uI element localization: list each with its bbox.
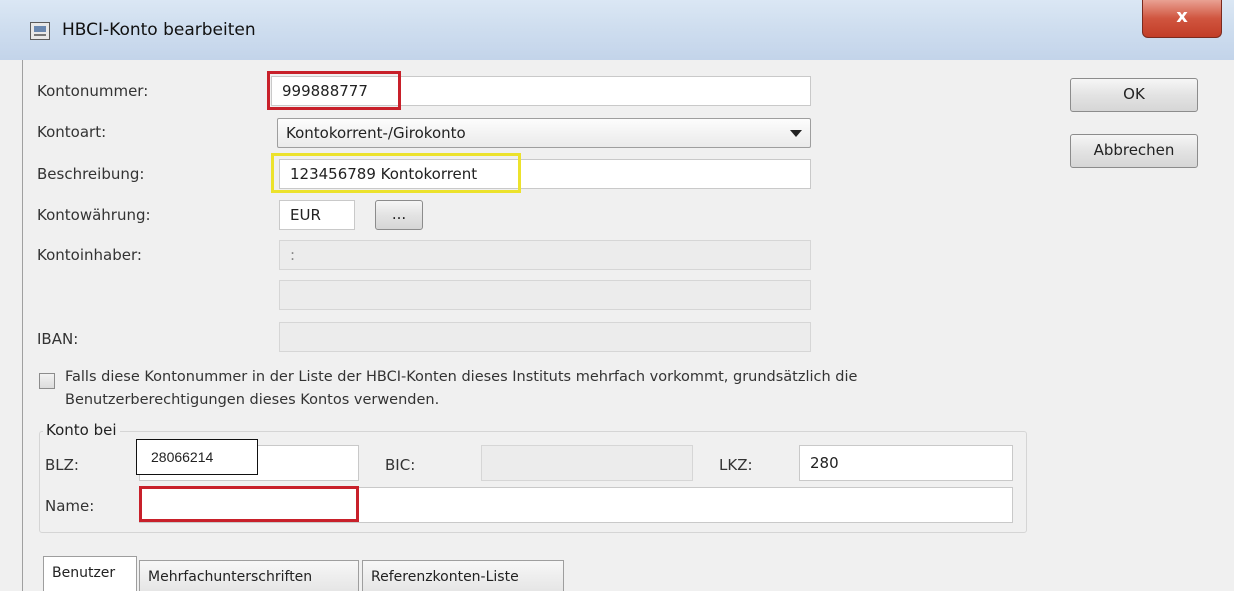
hbci-account-dialog: HBCI-Konto bearbeiten x Kontonummer: 999… (0, 0, 1234, 591)
ok-button[interactable]: OK (1070, 78, 1198, 112)
kontoinhaber-field-2 (279, 280, 811, 310)
tab-benutzer[interactable]: Benutzer (43, 556, 137, 591)
kontonummer-label: Kontonummer: (37, 82, 149, 100)
tab-referenzkonten-liste[interactable]: Referenzkonten-Liste (362, 560, 564, 591)
bic-label: BIC: (385, 456, 416, 474)
title-bar[interactable]: HBCI-Konto bearbeiten x (0, 0, 1234, 60)
chevron-down-icon (790, 130, 802, 137)
blz-value-overlay: 28066214 (136, 439, 258, 475)
name-label: Name: (45, 497, 95, 515)
close-button[interactable]: x (1142, 0, 1222, 38)
kontowaehrung-field[interactable]: EUR (279, 200, 355, 230)
highlight-beschreibung (271, 153, 521, 193)
beschreibung-label: Beschreibung: (37, 165, 145, 183)
highlight-name (139, 486, 359, 522)
dialog-body: Kontonummer: 999888777 Kontoart: Kontoko… (22, 60, 1234, 591)
highlight-kontonummer (267, 71, 401, 110)
checkbox-text-line2: Benutzerberechtigungen dieses Kontos ver… (65, 392, 440, 408)
blz-label: BLZ: (45, 456, 79, 474)
bic-field (481, 445, 693, 481)
cancel-button[interactable]: Abbrechen (1070, 134, 1198, 168)
kontoart-selected-value: Kontokorrent-/Girokonto (286, 124, 466, 142)
currency-more-button[interactable]: ... (375, 200, 423, 230)
tab-mehrfachunterschriften[interactable]: Mehrfachunterschriften (139, 560, 359, 591)
kontowaehrung-label: Kontowährung: (37, 206, 151, 224)
hbci-account-icon (30, 22, 50, 40)
kontoinhaber-field-1: : (279, 240, 811, 270)
konto-bei-title: Konto bei (43, 421, 120, 439)
checkbox-text-line1: Falls diese Kontonummer in der Liste der… (65, 369, 858, 385)
window-title: HBCI-Konto bearbeiten (62, 20, 256, 40)
iban-field (279, 322, 811, 352)
close-icon: x (1176, 6, 1188, 27)
kontoinhaber-label: Kontoinhaber: (37, 246, 142, 264)
iban-label: IBAN: (37, 330, 79, 348)
kontoart-select[interactable]: Kontokorrent-/Girokonto (277, 118, 811, 148)
multiple-account-checkbox[interactable] (39, 373, 55, 389)
kontoart-label: Kontoart: (37, 123, 107, 141)
lkz-label: LKZ: (719, 456, 753, 474)
lkz-field[interactable]: 280 (799, 445, 1013, 481)
